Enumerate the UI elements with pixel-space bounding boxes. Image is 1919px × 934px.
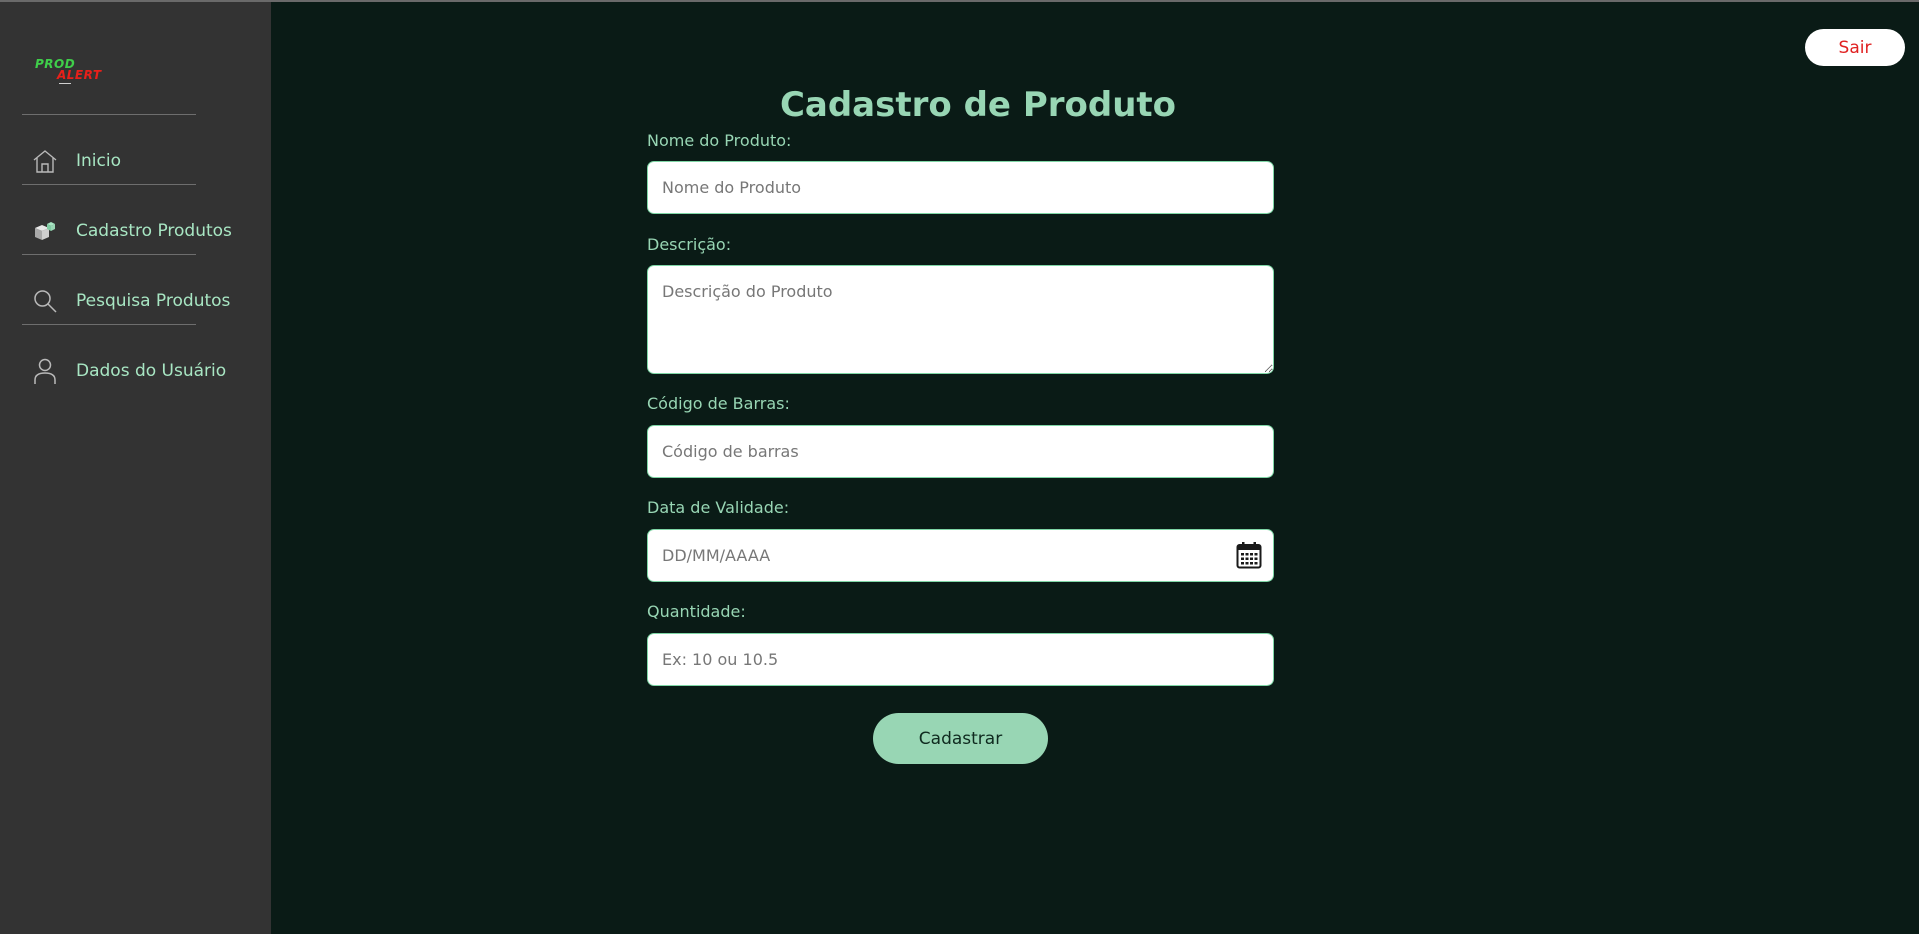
- barcode-label: Código de Barras:: [647, 394, 790, 413]
- boxes-icon: [22, 208, 68, 254]
- sidebar-item-label: Dados do Usuário: [76, 361, 227, 381]
- app-logo[interactable]: PROD ALERT: [33, 57, 103, 85]
- logo-text-bottom: ALERT: [57, 68, 102, 82]
- sidebar-item-inicio[interactable]: Inicio: [22, 138, 252, 184]
- expiry-date-label: Data de Validade:: [647, 498, 790, 517]
- sidebar-item-cadastro-produtos[interactable]: Cadastro Produtos: [22, 208, 252, 254]
- quantity-input[interactable]: [647, 633, 1274, 686]
- page-title: Cadastro de Produto: [779, 85, 1177, 125]
- sidebar-item-label: Inicio: [76, 151, 121, 171]
- window-top-border: [0, 0, 1919, 2]
- sidebar-divider: [22, 324, 196, 325]
- sidebar-item-dados-usuario[interactable]: Dados do Usuário: [22, 348, 252, 394]
- product-name-input[interactable]: [647, 161, 1274, 214]
- home-icon: [22, 138, 68, 184]
- sidebar: PROD ALERT Inicio Cadastro Produtos Pesq…: [0, 2, 271, 934]
- description-label: Descrição:: [647, 235, 732, 254]
- logo-underline: [59, 83, 71, 84]
- sidebar-item-label: Cadastro Produtos: [76, 221, 232, 241]
- sidebar-item-label: Pesquisa Produtos: [76, 291, 231, 311]
- barcode-input[interactable]: [647, 425, 1274, 478]
- submit-button[interactable]: Cadastrar: [873, 713, 1048, 764]
- calendar-icon[interactable]: [1236, 541, 1262, 569]
- sidebar-divider: [22, 114, 196, 115]
- sidebar-divider: [22, 254, 196, 255]
- product-name-label: Nome do Produto:: [647, 131, 792, 150]
- logout-button[interactable]: Sair: [1805, 29, 1905, 66]
- search-icon: [22, 278, 68, 324]
- expiry-date-input[interactable]: [647, 529, 1274, 582]
- user-icon: [22, 348, 68, 394]
- sidebar-divider: [22, 184, 196, 185]
- quantity-label: Quantidade:: [647, 602, 746, 621]
- sidebar-item-pesquisa-produtos[interactable]: Pesquisa Produtos: [22, 278, 252, 324]
- description-textarea[interactable]: [647, 265, 1274, 374]
